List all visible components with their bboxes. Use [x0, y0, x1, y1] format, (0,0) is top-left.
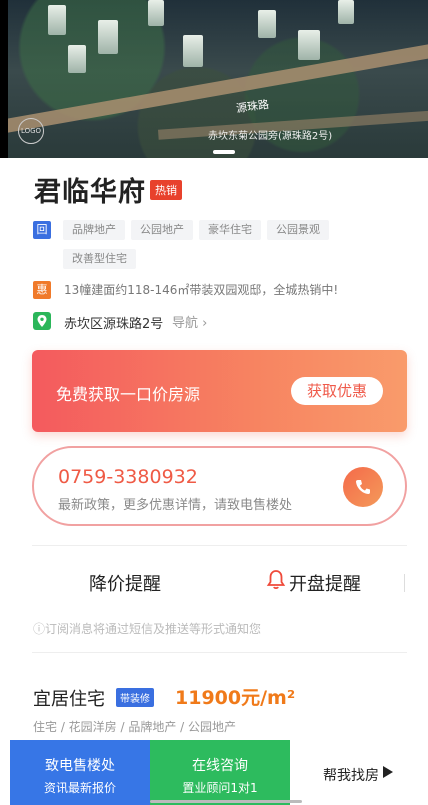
offer-banner-text: 免费获取一口价房源 [56, 385, 201, 404]
building [183, 35, 203, 67]
tag-icon: 回 [33, 221, 51, 239]
call-sales-office-label: 致电售楼处 [45, 758, 115, 774]
home-indicator [150, 800, 302, 803]
tag-item: 公园地产 [131, 220, 193, 240]
divider [32, 652, 407, 653]
online-consult-button[interactable]: 在线咨询 置业顾问1对1 [150, 740, 290, 805]
online-consult-label: 在线咨询 [192, 758, 248, 774]
call-sales-office-sub: 资讯最新报价 [43, 781, 116, 795]
tag-item: 公园景观 [267, 220, 329, 240]
find-home-button[interactable]: 帮我找房 [290, 740, 428, 805]
promo-text: 13幢建面约118-146㎡带装双园观邸，全城热销中! [64, 283, 339, 297]
building [98, 20, 118, 54]
bell-icon [266, 569, 286, 595]
carousel-indicator [213, 150, 235, 154]
hero-image[interactable]: 源珠路 赤坎东菊公园旁(源珠路2号) LOGO [8, 0, 428, 158]
building [298, 30, 320, 60]
listing-tags: 住宅 / 花园洋房 / 品牌地产 / 公园地产 [33, 720, 237, 734]
listing-type: 宜居住宅 [33, 689, 105, 710]
building [148, 0, 164, 26]
navigation-link[interactable]: 导航 › [172, 312, 207, 331]
tag-item: 品牌地产 [63, 220, 125, 240]
price-drop-reminder-button[interactable]: 降价提醒 [89, 570, 161, 596]
call-sales-office-button[interactable]: 致电售楼处 资讯最新报价 [10, 740, 150, 805]
divider [32, 545, 407, 546]
phone-icon [356, 480, 370, 494]
building [258, 10, 276, 38]
location-pin-icon [33, 312, 51, 330]
opening-reminder-button[interactable]: 开盘提醒 [289, 570, 361, 596]
phone-number[interactable]: 0759-3380932 [58, 466, 198, 488]
subscription-notice: ⓘ订阅消息将通过短信及推送等形式通知您 [33, 622, 262, 636]
find-home-label: 帮我找房 [323, 768, 379, 784]
decoration-badge: 带装修 [116, 688, 154, 707]
get-offer-button[interactable]: 获取优惠 [291, 377, 383, 405]
address-text: 赤坎区源珠路2号 [64, 317, 164, 332]
listing-price: 11900元/m² [175, 687, 296, 709]
tag-item: 豪华住宅 [199, 220, 261, 240]
building [68, 45, 86, 73]
discount-icon: 惠 [33, 281, 51, 299]
building [48, 5, 66, 35]
online-consult-sub: 置业顾问1对1 [182, 781, 258, 795]
hero-caption: 赤坎东菊公园旁(源珠路2号) [208, 131, 333, 142]
divider [404, 574, 405, 592]
chevron-right-icon: › [198, 316, 208, 331]
building [338, 0, 354, 24]
play-arrow-icon [383, 766, 393, 778]
navigation-label: 导航 [172, 316, 199, 331]
phone-subtitle: 最新政策，更多优惠详情，请致电售楼处 [58, 498, 293, 513]
call-button[interactable] [343, 467, 383, 507]
tag-item: 改善型住宅 [63, 249, 136, 269]
developer-logo: LOGO [18, 118, 44, 144]
status-badge: 热销 [150, 180, 182, 200]
project-title: 君临华府 [34, 177, 146, 208]
